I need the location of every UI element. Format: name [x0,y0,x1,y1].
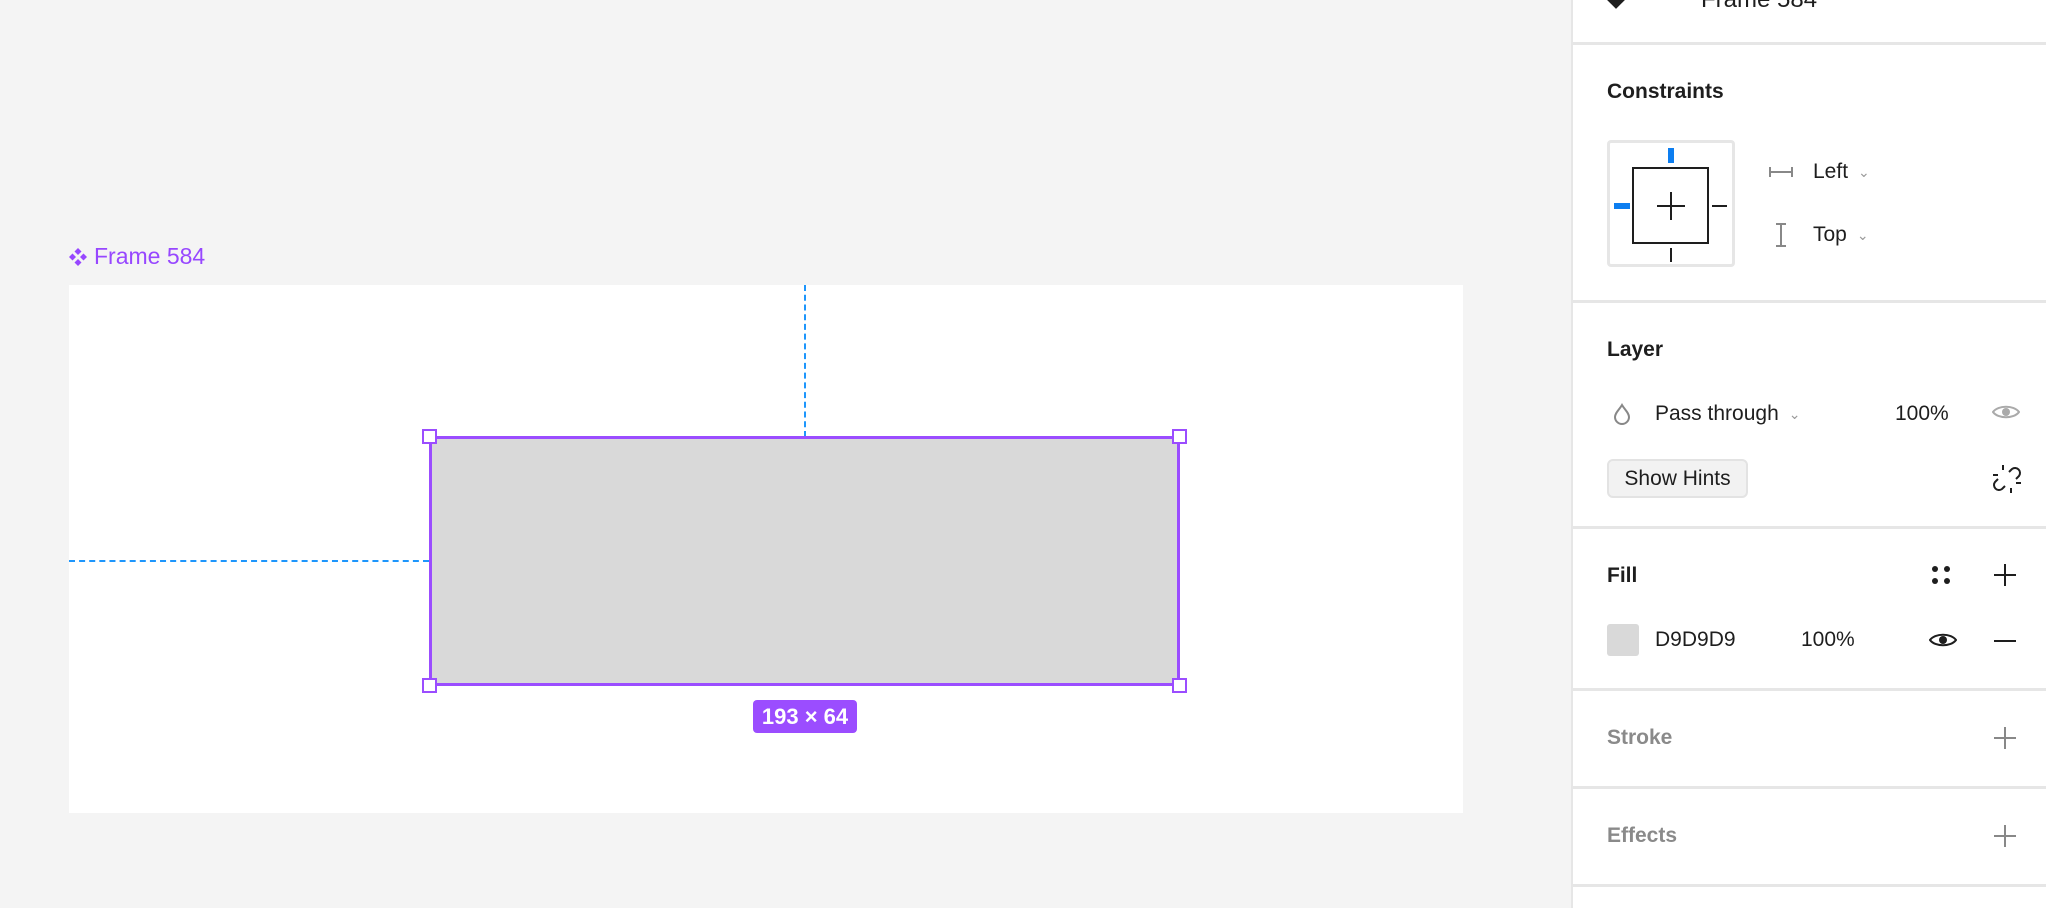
resize-handle-top-right[interactable] [1172,429,1187,444]
blend-mode-dropdown[interactable]: Pass through ⌄ [1613,402,1800,426]
divider [1573,526,2046,529]
chevron-down-icon: ⌄ [1856,226,1869,243]
vertical-constraint-dropdown[interactable]: Top ⌄ [1769,223,1869,247]
fill-color-swatch[interactable] [1607,624,1639,656]
canvas[interactable]: Frame 584 193 × 64 [0,0,1571,908]
divider [1573,884,2046,887]
constraints-widget[interactable] [1607,140,1735,267]
add-fill-icon[interactable] [1993,563,2017,587]
constraints-diagram-icon [1614,148,1727,262]
divider [1573,300,2046,303]
detach-link-icon[interactable] [1992,464,2022,494]
spacing-guide-left [69,560,429,562]
constraints-heading: Constraints [1607,80,1724,103]
resize-handle-top-left[interactable] [422,429,437,444]
chevron-down-icon: ⌄ [1858,163,1870,180]
add-stroke-icon[interactable] [1993,726,2017,750]
show-hints-button[interactable]: Show Hints [1607,459,1748,498]
frame-name: Frame 584 [94,243,206,269]
properties-panel: Frame 584 Constraints Left ⌄ Top ⌄ Layer… [1571,0,2046,908]
styles-grid-icon[interactable] [1931,565,1951,585]
selected-rectangle[interactable] [429,436,1180,686]
horizontal-constraint-value: Left [1813,160,1849,183]
vertical-constraint-value: Top [1813,223,1847,246]
dimensions-badge: 193 × 64 [753,700,857,733]
effects-heading: Effects [1607,824,1678,847]
divider [1573,786,2046,789]
add-effect-icon[interactable] [1993,824,2017,848]
horizontal-constraint-dropdown[interactable]: Left ⌄ [1769,160,1870,184]
layer-name: Frame 584 [1701,0,1817,14]
chevron-down-icon: ⌄ [1788,405,1801,422]
fill-heading: Fill [1607,564,1638,587]
divider [1573,42,2046,45]
fill-opacity[interactable]: 100% [1801,628,1855,652]
layer-heading: Layer [1607,338,1664,361]
eye-icon[interactable] [1929,631,1957,649]
layer-opacity[interactable]: 100% [1895,402,1949,426]
vertical-constraint-icon [1776,223,1786,247]
frame-label[interactable]: Frame 584 [68,243,205,270]
divider [1573,688,2046,691]
spacing-guide-top [804,285,806,437]
remove-fill-icon[interactable] [1993,639,2017,643]
resize-handle-bottom-left[interactable] [422,678,437,693]
component-icon [1606,0,1626,9]
resize-handle-bottom-right[interactable] [1172,678,1187,693]
blend-mode-icon [1613,403,1631,425]
fill-hex[interactable]: D9D9D9 [1655,628,1736,652]
blend-mode-value: Pass through [1655,402,1779,425]
component-icon [69,247,87,266]
horizontal-constraint-icon [1769,167,1793,177]
stroke-heading: Stroke [1607,726,1673,749]
eye-icon[interactable] [1992,403,2020,421]
